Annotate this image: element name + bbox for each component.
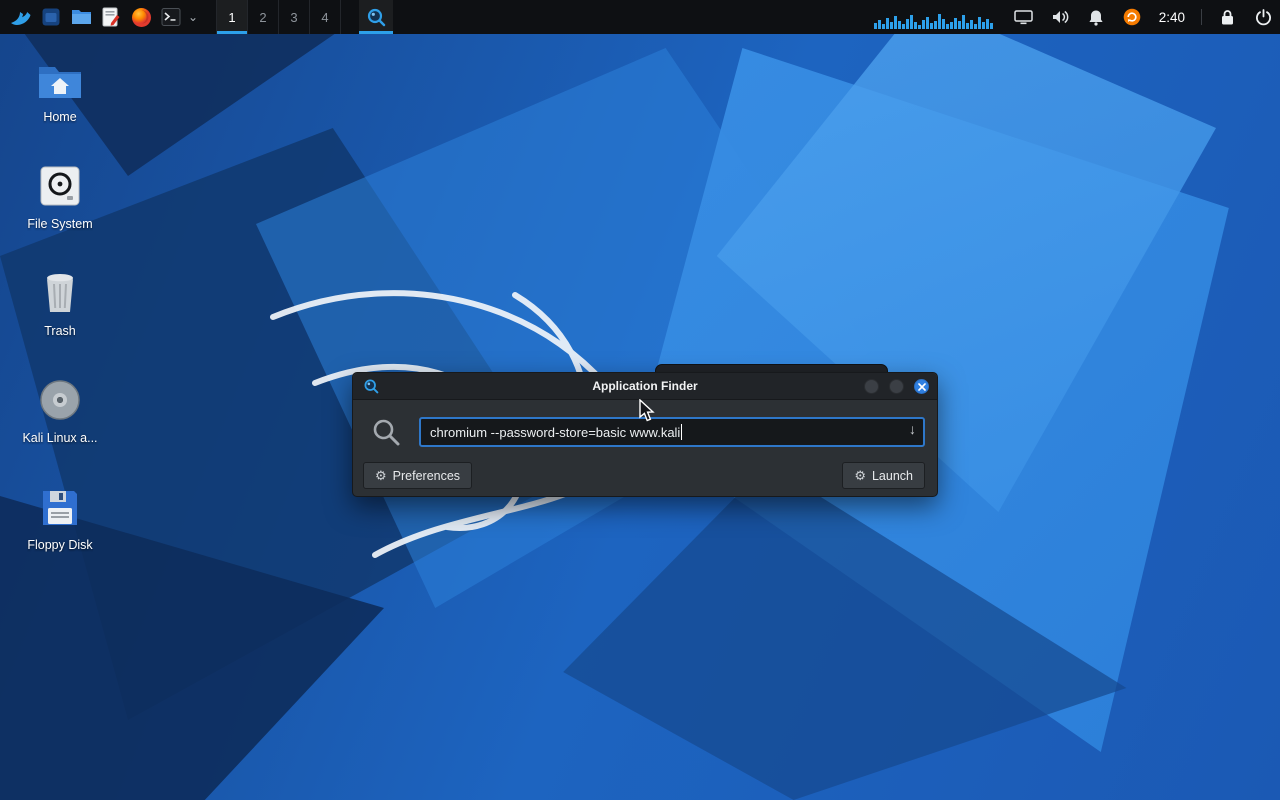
window-controls <box>864 379 929 394</box>
desktop-icon-label: File System <box>27 217 92 231</box>
desktop-icon-label: Trash <box>44 324 76 338</box>
command-text: chromium --password-store=basic www.kali <box>430 425 680 440</box>
command-input[interactable]: chromium --password-store=basic www.kali… <box>419 417 925 447</box>
home-folder-icon <box>37 48 83 100</box>
floppy-disk-icon <box>40 476 80 528</box>
desktop-icon-trash[interactable]: Trash <box>8 262 112 369</box>
desktop: ⌄ 1 2 3 4 2:4 <box>0 0 1280 800</box>
terminal-icon[interactable] <box>156 0 186 34</box>
file-manager-icon[interactable] <box>66 0 96 34</box>
application-finder-icon <box>366 7 386 27</box>
desktop-icon-file-system[interactable]: File System <box>8 155 112 262</box>
close-button[interactable] <box>914 379 929 394</box>
application-finder-window: Application Finder chromium --password-s… <box>352 372 938 497</box>
workspace-label: 1 <box>228 10 235 25</box>
lock-icon[interactable] <box>1216 0 1238 34</box>
optical-disc-icon <box>39 369 81 421</box>
launch-label: Launch <box>872 469 913 483</box>
display-icon[interactable] <box>1013 0 1035 34</box>
text-editor-icon[interactable] <box>96 0 126 34</box>
application-finder-icon <box>363 378 379 399</box>
firefox-icon[interactable] <box>126 0 156 34</box>
desktop-icon-label: Home <box>43 110 76 124</box>
maximize-button[interactable] <box>889 379 904 394</box>
desktop-icon-floppy[interactable]: Floppy Disk <box>8 476 112 583</box>
desktop-icon-label: Floppy Disk <box>27 538 92 552</box>
chevron-down-icon[interactable]: ⌄ <box>186 0 200 34</box>
workspace-label: 2 <box>259 10 266 25</box>
text-caret <box>681 424 682 440</box>
preferences-label: Preferences <box>393 469 460 483</box>
desktop-icon-label: Kali Linux a... <box>22 431 97 445</box>
launch-icon: ⚙ <box>854 468 866 484</box>
top-panel: ⌄ 1 2 3 4 2:4 <box>0 0 1280 34</box>
desktop-icons: Home File System Trash Kali Linux a... F… <box>8 48 112 583</box>
volume-icon[interactable] <box>1049 0 1071 34</box>
trash-icon <box>42 262 78 314</box>
workspace-label: 3 <box>290 10 297 25</box>
updates-icon[interactable] <box>1121 0 1143 34</box>
panel-separator <box>1201 9 1202 25</box>
logout-power-icon[interactable] <box>1252 0 1274 34</box>
drive-icon <box>39 155 81 207</box>
panel-right: 2:40 <box>874 0 1274 34</box>
button-row: ⚙ Preferences ⚙ Launch <box>363 462 925 489</box>
cpu-graph[interactable] <box>874 5 993 29</box>
kali-menu-icon[interactable] <box>6 0 36 34</box>
preferences-button[interactable]: ⚙ Preferences <box>363 462 472 489</box>
titlebar[interactable]: Application Finder <box>353 373 937 400</box>
minimize-button[interactable] <box>864 379 879 394</box>
desktop-icon-kali-cd[interactable]: Kali Linux a... <box>8 369 112 476</box>
workspace-4[interactable]: 4 <box>310 0 341 34</box>
notifications-bell-icon[interactable] <box>1085 0 1107 34</box>
workspace-3[interactable]: 3 <box>279 0 310 34</box>
workspace-1[interactable]: 1 <box>217 0 248 34</box>
close-icon <box>918 383 926 391</box>
window-title: Application Finder <box>353 379 937 393</box>
search-icon <box>371 417 401 452</box>
gear-icon: ⚙ <box>375 468 387 484</box>
workspace-switcher: 1 2 3 4 <box>216 0 341 34</box>
taskbar-application-finder[interactable] <box>359 0 393 34</box>
launch-button[interactable]: ⚙ Launch <box>842 462 925 489</box>
workspace-2[interactable]: 2 <box>248 0 279 34</box>
workspace-label: 4 <box>321 10 328 25</box>
window-app-icon[interactable] <box>36 0 66 34</box>
clock[interactable]: 2:40 <box>1157 10 1187 25</box>
desktop-icon-home[interactable]: Home <box>8 48 112 155</box>
panel-left: ⌄ 1 2 3 4 <box>6 0 393 34</box>
combo-arrow-icon[interactable]: ↓ <box>909 421 916 437</box>
